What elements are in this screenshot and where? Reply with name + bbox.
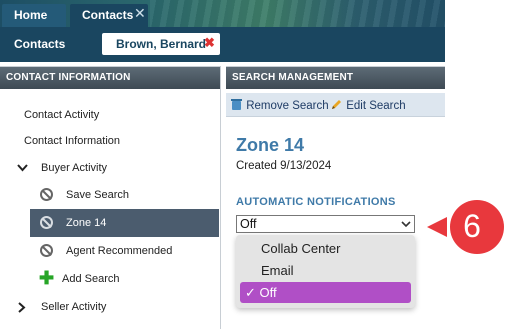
created-date: Created 9/13/2024	[236, 160, 332, 172]
edit-search-label: Edit Search	[346, 100, 406, 112]
tree-item-agent-recommended[interactable]: Agent Recommended	[30, 237, 219, 265]
chevron-down-icon	[401, 221, 411, 228]
remove-search-button[interactable]: Remove Search	[230, 98, 329, 112]
tree-item-save-search[interactable]: Save Search	[30, 181, 219, 209]
tree-item-label: Agent Recommended	[66, 245, 173, 257]
notifications-dropdown: Collab Center Email ✓ Off	[236, 235, 415, 308]
tree-item-label: Zone 14	[66, 217, 107, 229]
automatic-notifications-label: AUTOMATIC NOTIFICATIONS	[236, 196, 396, 208]
tree-item-label: Buyer Activity	[41, 162, 108, 174]
tree-item-label: Add Search	[62, 273, 120, 285]
tree-item-contact-information[interactable]: Contact Information	[0, 127, 219, 155]
tree-item-label: Contact Information	[24, 135, 120, 147]
step-number: 6	[463, 208, 481, 244]
contact-chip[interactable]: Brown, Bernard ✖	[102, 33, 220, 55]
chip-close-icon[interactable]: ✖	[204, 35, 215, 51]
option-off[interactable]: ✓ Off	[240, 282, 411, 303]
remove-search-label: Remove Search	[246, 100, 329, 112]
tree-item-contact-activity[interactable]: Contact Activity	[0, 101, 219, 129]
tree-item-add-search[interactable]: ✚ Add Search	[30, 265, 219, 293]
ban-icon	[40, 188, 53, 201]
notifications-select[interactable]: Off	[236, 215, 415, 233]
search-title: Zone 14	[236, 135, 305, 155]
trash-icon	[231, 99, 242, 110]
top-tab-strip	[0, 0, 445, 27]
option-collab-center[interactable]: Collab Center	[240, 238, 411, 259]
pencil-icon	[332, 100, 341, 109]
app-window: Home Contacts ✕ Contacts Brown, Bernard …	[0, 0, 445, 329]
ban-icon	[40, 244, 53, 257]
tree-item-label: Seller Activity	[41, 301, 107, 313]
tree-item-seller-activity[interactable]: Seller Activity	[0, 293, 219, 321]
edit-search-button[interactable]: Edit Search	[330, 98, 406, 112]
option-email[interactable]: Email	[240, 260, 411, 281]
tab-home[interactable]: Home	[2, 4, 66, 27]
contact-information-header: CONTACT INFORMATION	[0, 67, 220, 89]
search-management-header: SEARCH MANAGEMENT	[226, 67, 445, 89]
contacts-link[interactable]: Contacts	[14, 37, 65, 51]
contact-information-panel: CONTACT INFORMATION Contact Activity Con…	[0, 66, 221, 329]
chevron-down-icon[interactable]	[17, 164, 28, 172]
ban-icon	[40, 216, 53, 229]
contact-chip-label: Brown, Bernard	[116, 37, 207, 51]
search-management-panel: SEARCH MANAGEMENT Remove Search Edit Sea…	[226, 66, 445, 329]
tab-close-icon[interactable]: ✕	[134, 4, 146, 22]
tree-item-zone-14[interactable]: Zone 14	[30, 209, 219, 237]
tree-item-label: Contact Activity	[24, 109, 100, 121]
notifications-select-value: Off	[240, 217, 257, 231]
search-toolbar: Remove Search Edit Search	[226, 93, 445, 117]
tree-item-label: Save Search	[66, 189, 129, 201]
tree-item-buyer-activity[interactable]: Buyer Activity	[0, 154, 219, 182]
chevron-right-icon[interactable]	[18, 302, 26, 313]
sub-navigation: Contacts Brown, Bernard ✖	[0, 27, 445, 62]
plus-icon: ✚	[39, 268, 55, 288]
